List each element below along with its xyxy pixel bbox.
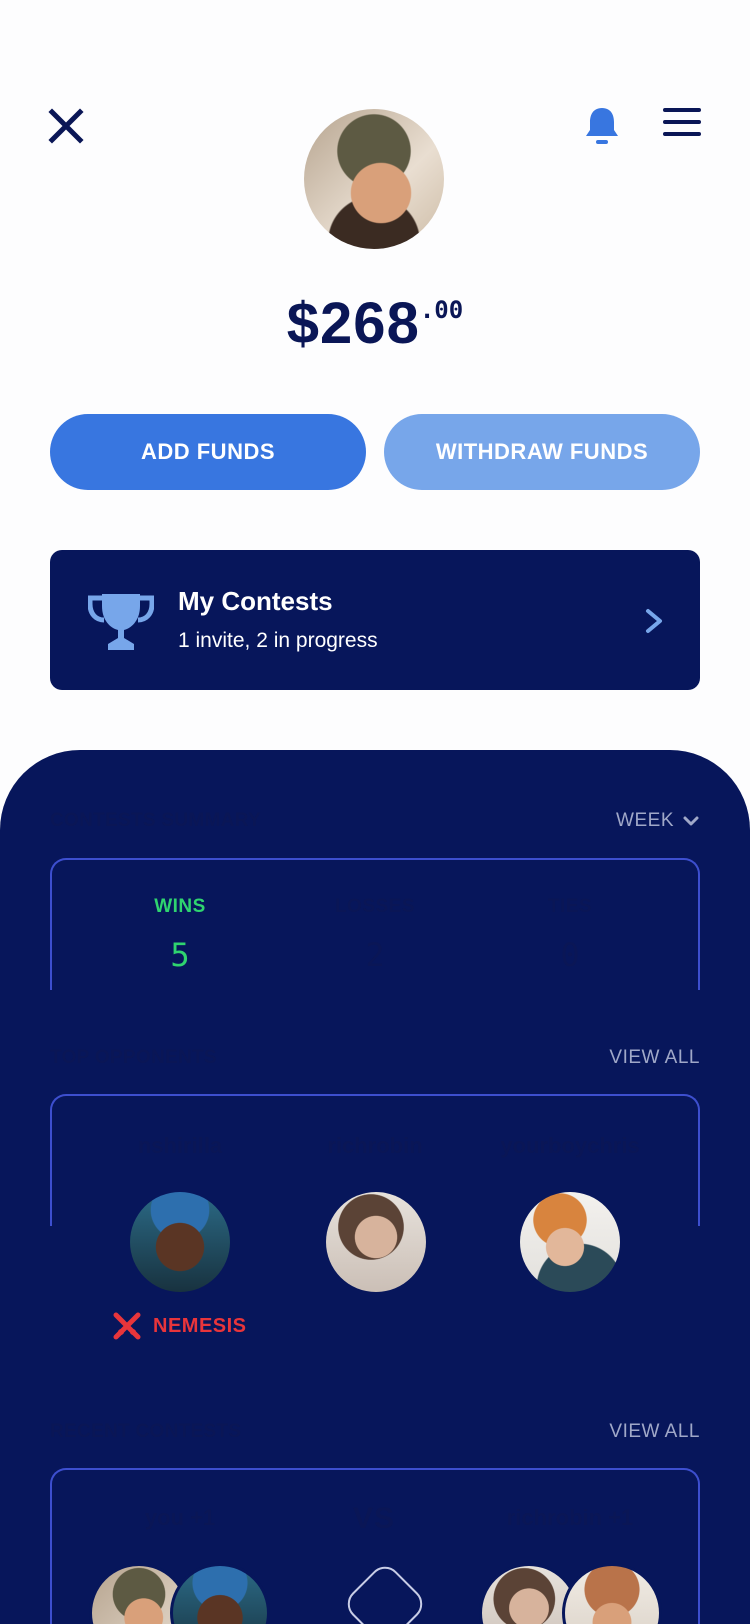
withdraw-funds-button[interactable]: WITHDRAW FUNDS xyxy=(384,414,700,490)
opponent-avatar[interactable] xyxy=(520,1192,620,1292)
menu-button[interactable] xyxy=(663,106,701,138)
top-opponents-title: TOP OPPONENTS xyxy=(50,1047,217,1068)
opponent-avatar[interactable] xyxy=(326,1192,426,1292)
recent-contests-view-all[interactable]: VIEW ALL xyxy=(609,1421,700,1443)
ties-stat: TIES 0 xyxy=(470,896,670,974)
period-label: WEEK xyxy=(616,810,674,831)
wins-label: WINS xyxy=(154,896,206,917)
balance-amount: $268 xyxy=(286,291,420,356)
trophy-icon xyxy=(88,594,154,650)
nemesis-label: NEMESIS xyxy=(153,1314,247,1337)
vs-label: VS xyxy=(352,1502,396,1535)
losses-value: 2 xyxy=(365,936,385,974)
wins-value: 5 xyxy=(170,936,190,974)
losses-label: LOSSES xyxy=(334,896,416,917)
close-icon xyxy=(48,108,84,144)
my-contests-subtitle: 1 invite, 2 in progress xyxy=(178,629,378,652)
nemesis-badge: NEMESIS xyxy=(113,1312,247,1340)
profile-avatar[interactable] xyxy=(304,109,444,249)
chevron-down-icon xyxy=(683,816,699,826)
opponent-name: richrobin xyxy=(327,1133,423,1158)
ties-label: TIES xyxy=(547,896,593,917)
contests-summary-title: CONTESTS SUMMARY xyxy=(50,810,261,831)
balance-cents: .00 xyxy=(419,296,464,324)
ties-value: 0 xyxy=(560,936,580,974)
contest-side-left: you +1 xyxy=(144,1505,216,1530)
losses-stat: LOSSES 2 xyxy=(275,896,475,974)
period-selector[interactable]: WEEK xyxy=(616,810,700,832)
swords-icon xyxy=(113,1312,141,1340)
opponent-name: nshirilla xyxy=(137,1133,223,1158)
balance: $268.00 xyxy=(0,290,750,357)
contest-side-right: richrobin +1 xyxy=(506,1505,634,1530)
notifications-button[interactable] xyxy=(582,104,622,148)
top-opponents-view-all[interactable]: VIEW ALL xyxy=(609,1047,700,1069)
my-contests-title: My Contests xyxy=(178,586,333,616)
my-contests-card[interactable]: My Contests 1 invite, 2 in progress xyxy=(50,550,700,690)
close-button[interactable] xyxy=(48,108,84,144)
opponent-name: yourboychris xyxy=(500,1133,640,1158)
add-funds-button[interactable]: ADD FUNDS xyxy=(50,414,366,490)
wins-stat: WINS 5 xyxy=(80,896,280,974)
chevron-right-icon xyxy=(646,609,662,633)
opponent-avatar[interactable] xyxy=(130,1192,230,1292)
menu-icon xyxy=(663,108,701,136)
bell-icon xyxy=(586,108,618,144)
recent-contests-title: RECENT CONTESTS xyxy=(50,1421,242,1442)
